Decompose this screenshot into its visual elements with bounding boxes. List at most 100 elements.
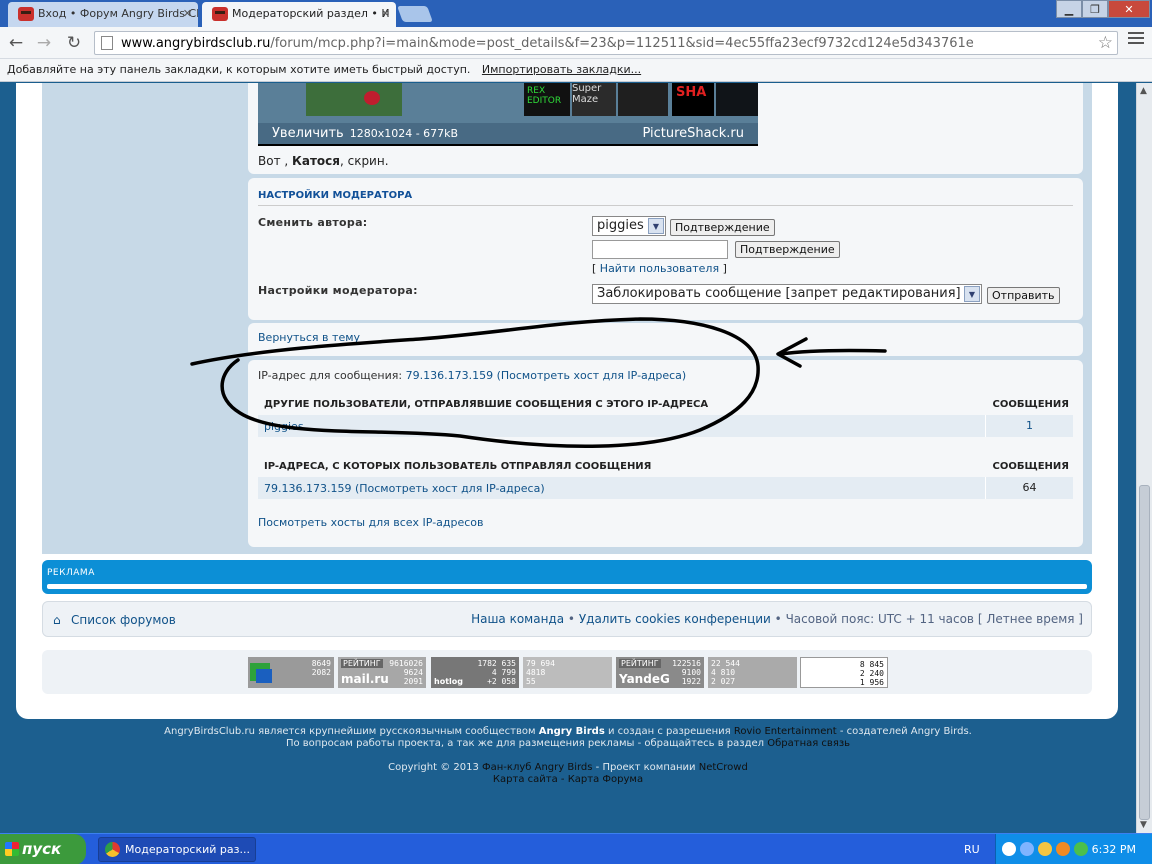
- netcrowd-link[interactable]: NetCrowd: [699, 762, 748, 773]
- counter-value: 1 956: [859, 678, 884, 687]
- confirm-username-button[interactable]: Подтверждение: [735, 241, 840, 258]
- counter-value: 1922: [681, 677, 701, 686]
- post-text-suffix: , скрин.: [339, 154, 389, 168]
- send-button[interactable]: Отправить: [987, 287, 1060, 304]
- counter-values: 22 544 4 810 2 027: [711, 659, 740, 686]
- back-arrow-icon[interactable]: ←: [5, 32, 27, 54]
- security-icon[interactable]: [1074, 842, 1088, 856]
- find-user-link[interactable]: Найти пользователя: [600, 262, 719, 275]
- image-thumb: [618, 83, 668, 116]
- scroll-down-icon[interactable]: ▼: [1140, 820, 1147, 830]
- sitemap-link[interactable]: Карта сайта: [493, 774, 558, 785]
- reload-icon[interactable]: ↻: [63, 32, 85, 54]
- rovio-link[interactable]: Rovio Entertainment: [734, 726, 837, 737]
- delete-cookies-link[interactable]: Удалить cookies конференции: [579, 612, 771, 626]
- close-tab-icon[interactable]: ✕: [381, 2, 390, 26]
- counter-badge[interactable]: 8 845 2 240 1 956: [800, 657, 888, 688]
- bracket-close: ]: [722, 262, 727, 275]
- new-tab-button[interactable]: [397, 6, 433, 22]
- counter-value: 2091: [403, 677, 423, 686]
- fanclub-link[interactable]: Фан-клуб Angry Birds: [482, 762, 592, 773]
- username-input[interactable]: [592, 240, 728, 259]
- other-users-table: ДРУГИЕ ПОЛЬЗОВАТЕЛИ, ОТПРАВЛЯВШИЕ СООБЩЕ…: [258, 393, 1073, 437]
- counter-value: 122516: [672, 659, 701, 668]
- ip-host-link[interactable]: (Посмотреть хост для IP-адреса): [497, 369, 687, 382]
- bookmarks-bar: Добавляйте на эту панель закладки, к кот…: [0, 59, 1152, 82]
- maximize-icon[interactable]: ❐: [1082, 0, 1108, 18]
- forum-list-link[interactable]: Список форумов: [71, 613, 176, 627]
- tray-arrow-icon[interactable]: [1002, 842, 1016, 856]
- counter-values: 8649 2082: [312, 659, 331, 677]
- clock[interactable]: 6:32 PM: [1092, 843, 1136, 856]
- footer-line: AngryBirdsClub.ru является крупнейшим ру…: [0, 726, 1136, 738]
- counter-badge[interactable]: hotlog 1782 635 4 799 +2 058: [431, 657, 519, 688]
- bookmarks-hint: Добавляйте на эту панель закладки, к кот…: [7, 63, 471, 76]
- tray-app-icon[interactable]: [1038, 842, 1052, 856]
- tray-app-icon[interactable]: [1056, 842, 1070, 856]
- menu-icon[interactable]: [1128, 32, 1144, 47]
- counter-badge[interactable]: РЕЙТИНГ YandeG 122516 9100 1922: [616, 657, 704, 688]
- ip-address-link[interactable]: 79.136.173.159: [406, 369, 493, 382]
- counter-value: +2 058: [487, 677, 516, 686]
- tab-moderator-section[interactable]: Модераторский раздел • И ✕: [202, 2, 396, 27]
- star-icon[interactable]: ☆: [1098, 32, 1113, 54]
- counter-brand: YandeG: [619, 672, 670, 686]
- forum-map-link[interactable]: Карта Форума: [568, 774, 643, 785]
- window-close-icon[interactable]: ✕: [1108, 0, 1150, 18]
- copyright-text: Copyright © 2013: [388, 762, 479, 773]
- tab-login-forum[interactable]: Вход • Форум Angry Birds Club ✕: [8, 2, 198, 27]
- back-to-topic-link[interactable]: Вернуться в тему: [258, 331, 360, 344]
- back-to-topic-panel: Вернуться в тему: [248, 323, 1083, 356]
- address-bar[interactable]: www.angrybirdsclub.ru/forum/mcp.php?i=ma…: [94, 31, 1118, 55]
- author-select[interactable]: piggies ▼: [592, 216, 666, 236]
- start-button[interactable]: пуск: [0, 834, 86, 864]
- language-indicator[interactable]: RU: [964, 843, 980, 856]
- close-tab-icon[interactable]: ✕: [183, 2, 192, 26]
- tab-title: Вход • Форум Angry Birds Club: [38, 7, 198, 20]
- counter-value: 4 810: [711, 668, 736, 677]
- counter-badge[interactable]: РЕЙТИНГ mail.ru 9616026 9624 2091: [338, 657, 426, 688]
- team-link[interactable]: Наша команда: [471, 612, 564, 626]
- image-thumb: [716, 83, 758, 116]
- separator: •: [567, 612, 575, 626]
- forward-arrow-icon[interactable]: →: [33, 32, 55, 54]
- moderator-action-select[interactable]: Заблокировать сообщение [запрет редактир…: [592, 284, 982, 304]
- page-icon: [101, 36, 113, 50]
- import-bookmarks-link[interactable]: Импортировать закладки...: [482, 63, 641, 76]
- tab-strip: Вход • Форум Angry Birds Club ✕ Модерато…: [0, 0, 1152, 27]
- dst-text: [ Летнее время ]: [977, 612, 1083, 626]
- footer-text: и создан с разрешения: [607, 726, 731, 737]
- scroll-up-icon[interactable]: ▲: [1140, 86, 1147, 96]
- user-ips-table: IP-АДРЕСА, С КОТОРЫХ ПОЛЬЗОВАТЕЛЬ ОТПРАВ…: [258, 455, 1073, 499]
- counter-badge[interactable]: 22 544 4 810 2 027: [708, 657, 797, 688]
- users-column-header: ДРУГИЕ ПОЛЬЗОВАТЕЛИ, ОТПРАВЛЯВШИЕ СООБЩЕ…: [264, 399, 709, 410]
- feedback-link[interactable]: Обратная связь: [767, 738, 850, 749]
- confirm-author-button[interactable]: Подтверждение: [670, 219, 775, 236]
- taskbar-chrome-window[interactable]: Модераторский раз...: [98, 837, 256, 862]
- counter-badge[interactable]: 79 694 4818 55: [523, 657, 612, 688]
- posts-column-header: СООБЩЕНИЯ: [992, 461, 1070, 472]
- image-thumb: REX EDITOR: [524, 83, 570, 116]
- all-hosts-link[interactable]: Посмотреть хосты для всех IP-адресов: [258, 516, 484, 529]
- ip-info-panel: IP-адрес для сообщения: 79.136.173.159 (…: [248, 360, 1083, 547]
- counter-brand: mail.ru: [341, 672, 389, 686]
- user-link[interactable]: piggies: [264, 420, 304, 433]
- enlarge-image-link[interactable]: Увеличить 1280x1024 - 677kB: [272, 123, 458, 144]
- table-row: 79.136.173.159 (Посмотреть хост для IP-а…: [258, 477, 1073, 499]
- post-screenshot-image[interactable]: REX EDITOR Super Maze SHA Увеличить 1280x…: [258, 83, 758, 146]
- moderator-action-value: Заблокировать сообщение [запрет редактир…: [597, 286, 961, 301]
- ip-row-link[interactable]: 79.136.173.159 (Посмотреть хост для IP-а…: [264, 482, 545, 495]
- url-text[interactable]: www.angrybirdsclub.ru/forum/mcp.php?i=ma…: [121, 36, 974, 51]
- footer-line: Copyright © 2013 Фан-клуб Angry Birds - …: [0, 762, 1136, 774]
- network-icon[interactable]: [1020, 842, 1034, 856]
- minimize-icon[interactable]: ▁: [1056, 0, 1082, 18]
- scrollbar-thumb[interactable]: [1139, 485, 1150, 820]
- find-user-wrapper: [ Найти пользователя ]: [592, 262, 727, 275]
- moderator-settings-title: НАСТРОЙКИ МОДЕРАТОРА: [258, 190, 1073, 206]
- vertical-scrollbar[interactable]: ▲ ▼: [1136, 83, 1152, 833]
- chevron-down-icon: ▼: [964, 286, 980, 302]
- user-post-count[interactable]: 1: [985, 415, 1073, 437]
- moderator-options-label: Настройки модератора:: [258, 284, 418, 297]
- footer-text: AngryBirdsClub.ru является крупнейшим ру…: [164, 726, 536, 737]
- counter-badge[interactable]: 8649 2082: [248, 657, 334, 688]
